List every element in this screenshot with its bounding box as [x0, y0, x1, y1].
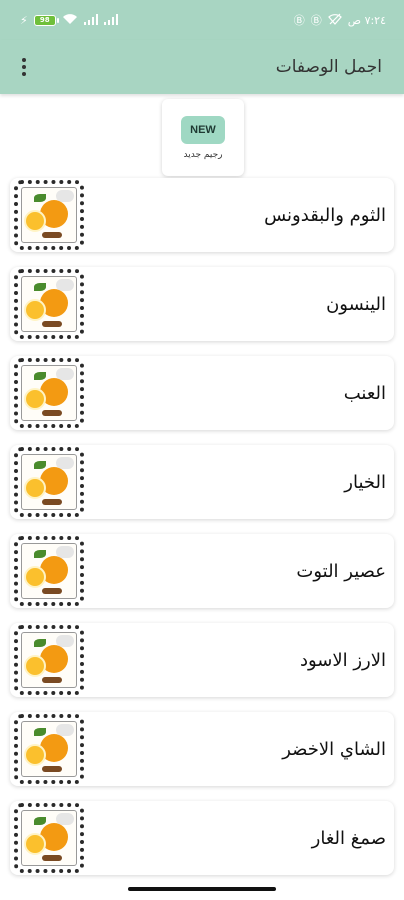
recipe-title: العنب	[343, 382, 386, 404]
app-bar: اجمل الوصفات	[0, 40, 404, 94]
recipe-thumbnail	[14, 803, 84, 873]
b-icon: Ⓑ	[293, 13, 305, 27]
charging-icon: ⚡	[20, 13, 28, 27]
signal-icon	[83, 13, 98, 27]
recipe-item[interactable]: الشاي الاخضر	[10, 712, 394, 786]
more-vert-icon[interactable]	[14, 53, 34, 81]
recipe-thumbnail	[14, 714, 84, 784]
recipe-thumbnail	[14, 269, 84, 339]
new-badge: NEW	[181, 115, 225, 144]
status-left: ⚡ 98	[20, 13, 118, 27]
app-title: اجمل الوصفات	[275, 57, 382, 77]
recipe-item[interactable]: صمغ الغار	[10, 801, 394, 875]
wifi-icon	[62, 13, 78, 27]
recipe-thumbnail	[14, 180, 84, 250]
status-right: Ⓑ Ⓑ ٧:٢٤ ص	[294, 13, 386, 27]
recipe-thumbnail	[14, 447, 84, 517]
recipe-title: صمغ الغار	[311, 827, 386, 849]
recipe-item[interactable]: الارز الاسود	[10, 623, 394, 697]
home-indicator[interactable]	[128, 887, 276, 891]
recipe-list: الثوم والبقدونس الينسون العنب الخيار عصي…	[10, 178, 394, 890]
recipe-item[interactable]: عصير التوت	[10, 534, 394, 608]
recipe-title: الخيار	[344, 471, 386, 493]
recipe-title: الارز الاسود	[299, 649, 386, 671]
new-diet-label: رجيم جديد	[183, 149, 223, 160]
recipe-title: الينسون	[326, 293, 386, 315]
clock: ٧:٢٤ ص	[347, 13, 386, 27]
recipe-item[interactable]: الخيار	[10, 445, 394, 519]
recipe-thumbnail	[14, 358, 84, 428]
battery-icon: 98	[33, 14, 59, 26]
battery-level: 98	[39, 16, 50, 24]
recipe-thumbnail	[14, 536, 84, 606]
b-icon-2: Ⓑ	[310, 13, 322, 27]
status-bar: ⚡ 98 Ⓑ Ⓑ ٧:٢٤ ص	[0, 0, 404, 40]
recipe-thumbnail	[14, 625, 84, 695]
no-wifi-icon	[327, 13, 342, 27]
signal-icon-2	[103, 13, 118, 27]
recipe-title: الثوم والبقدونس	[264, 204, 386, 226]
recipe-item[interactable]: الينسون	[10, 267, 394, 341]
recipe-title: عصير التوت	[296, 560, 386, 582]
recipe-item[interactable]: العنب	[10, 356, 394, 430]
new-diet-button[interactable]: NEW رجيم جديد	[162, 99, 244, 176]
recipe-title: الشاي الاخضر	[282, 738, 386, 760]
recipe-item[interactable]: الثوم والبقدونس	[10, 178, 394, 252]
